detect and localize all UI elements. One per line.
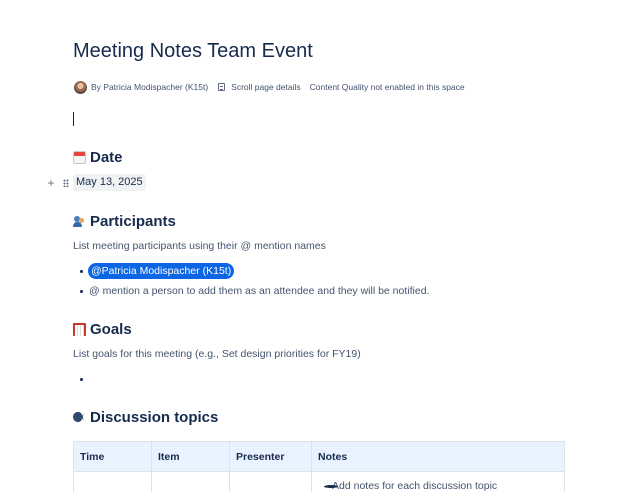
author-byline[interactable]: By Patricia Modispacher (K15t) xyxy=(74,80,208,94)
table-row: Add notes for each discussion topic xyxy=(73,471,565,492)
date-heading-label: Date xyxy=(90,149,123,166)
page-title[interactable]: Meeting Notes Team Event xyxy=(73,40,313,63)
content-quality-status[interactable]: Content Quality not enabled in this spac… xyxy=(310,82,465,92)
empty-bullet-point[interactable] xyxy=(80,378,83,381)
participants-description[interactable]: List meeting participants using their @ … xyxy=(73,240,326,252)
discussion-table: Time Item Presenter Notes Add notes for … xyxy=(73,441,565,492)
content-quality-label: Content Quality not enabled in this spac… xyxy=(309,82,465,92)
column-header-notes[interactable]: Notes xyxy=(311,441,565,472)
calendar-icon xyxy=(73,151,86,164)
speaking-head-icon xyxy=(73,411,86,424)
scroll-page-details-label: Scroll page details xyxy=(231,82,301,92)
table-cell-presenter[interactable] xyxy=(229,471,312,492)
date-heading[interactable]: Date xyxy=(73,149,123,166)
discussion-heading[interactable]: Discussion topics xyxy=(73,409,218,426)
participants-heading-label: Participants xyxy=(90,213,176,230)
page-byline: By Patricia Modispacher (K15t) Scroll pa… xyxy=(74,80,465,94)
user-mention[interactable]: @Patricia Modispacher (K15t) xyxy=(88,263,235,279)
bullet-point xyxy=(324,485,338,488)
table-header-row: Time Item Presenter Notes xyxy=(73,441,565,472)
date-lozenge[interactable]: May 13, 2025 xyxy=(73,174,146,191)
table-cell-notes[interactable]: Add notes for each discussion topic xyxy=(311,471,565,492)
column-header-presenter[interactable]: Presenter xyxy=(229,441,312,472)
goals-description[interactable]: List goals for this meeting (e.g., Set d… xyxy=(73,348,361,360)
text-cursor xyxy=(73,112,74,126)
bullet-point xyxy=(80,270,83,273)
author-name[interactable]: By Patricia Modispacher (K15t) xyxy=(91,82,208,92)
discussion-heading-label: Discussion topics xyxy=(90,409,219,426)
goals-heading[interactable]: Goals xyxy=(73,321,132,338)
drag-handle-icon[interactable] xyxy=(63,179,69,187)
table-cell-time[interactable] xyxy=(73,471,152,492)
goals-heading-label: Goals xyxy=(90,321,132,338)
notes-placeholder: Add notes for each discussion topic xyxy=(332,480,498,492)
column-header-time[interactable]: Time xyxy=(73,441,152,472)
people-icon xyxy=(73,215,86,228)
table-cell-item[interactable] xyxy=(151,471,230,492)
goal-net-icon xyxy=(73,323,86,336)
participants-heading[interactable]: Participants xyxy=(73,213,176,230)
plus-icon[interactable]: + xyxy=(45,177,57,189)
document-icon xyxy=(218,83,226,91)
participants-hint[interactable]: @ mention a person to add them as an att… xyxy=(89,285,429,297)
block-controls: + xyxy=(45,176,69,190)
column-header-item[interactable]: Item xyxy=(151,441,230,472)
avatar[interactable] xyxy=(74,80,87,94)
bullet-point xyxy=(80,290,83,293)
scroll-page-details-link[interactable]: Scroll page details xyxy=(208,82,301,92)
